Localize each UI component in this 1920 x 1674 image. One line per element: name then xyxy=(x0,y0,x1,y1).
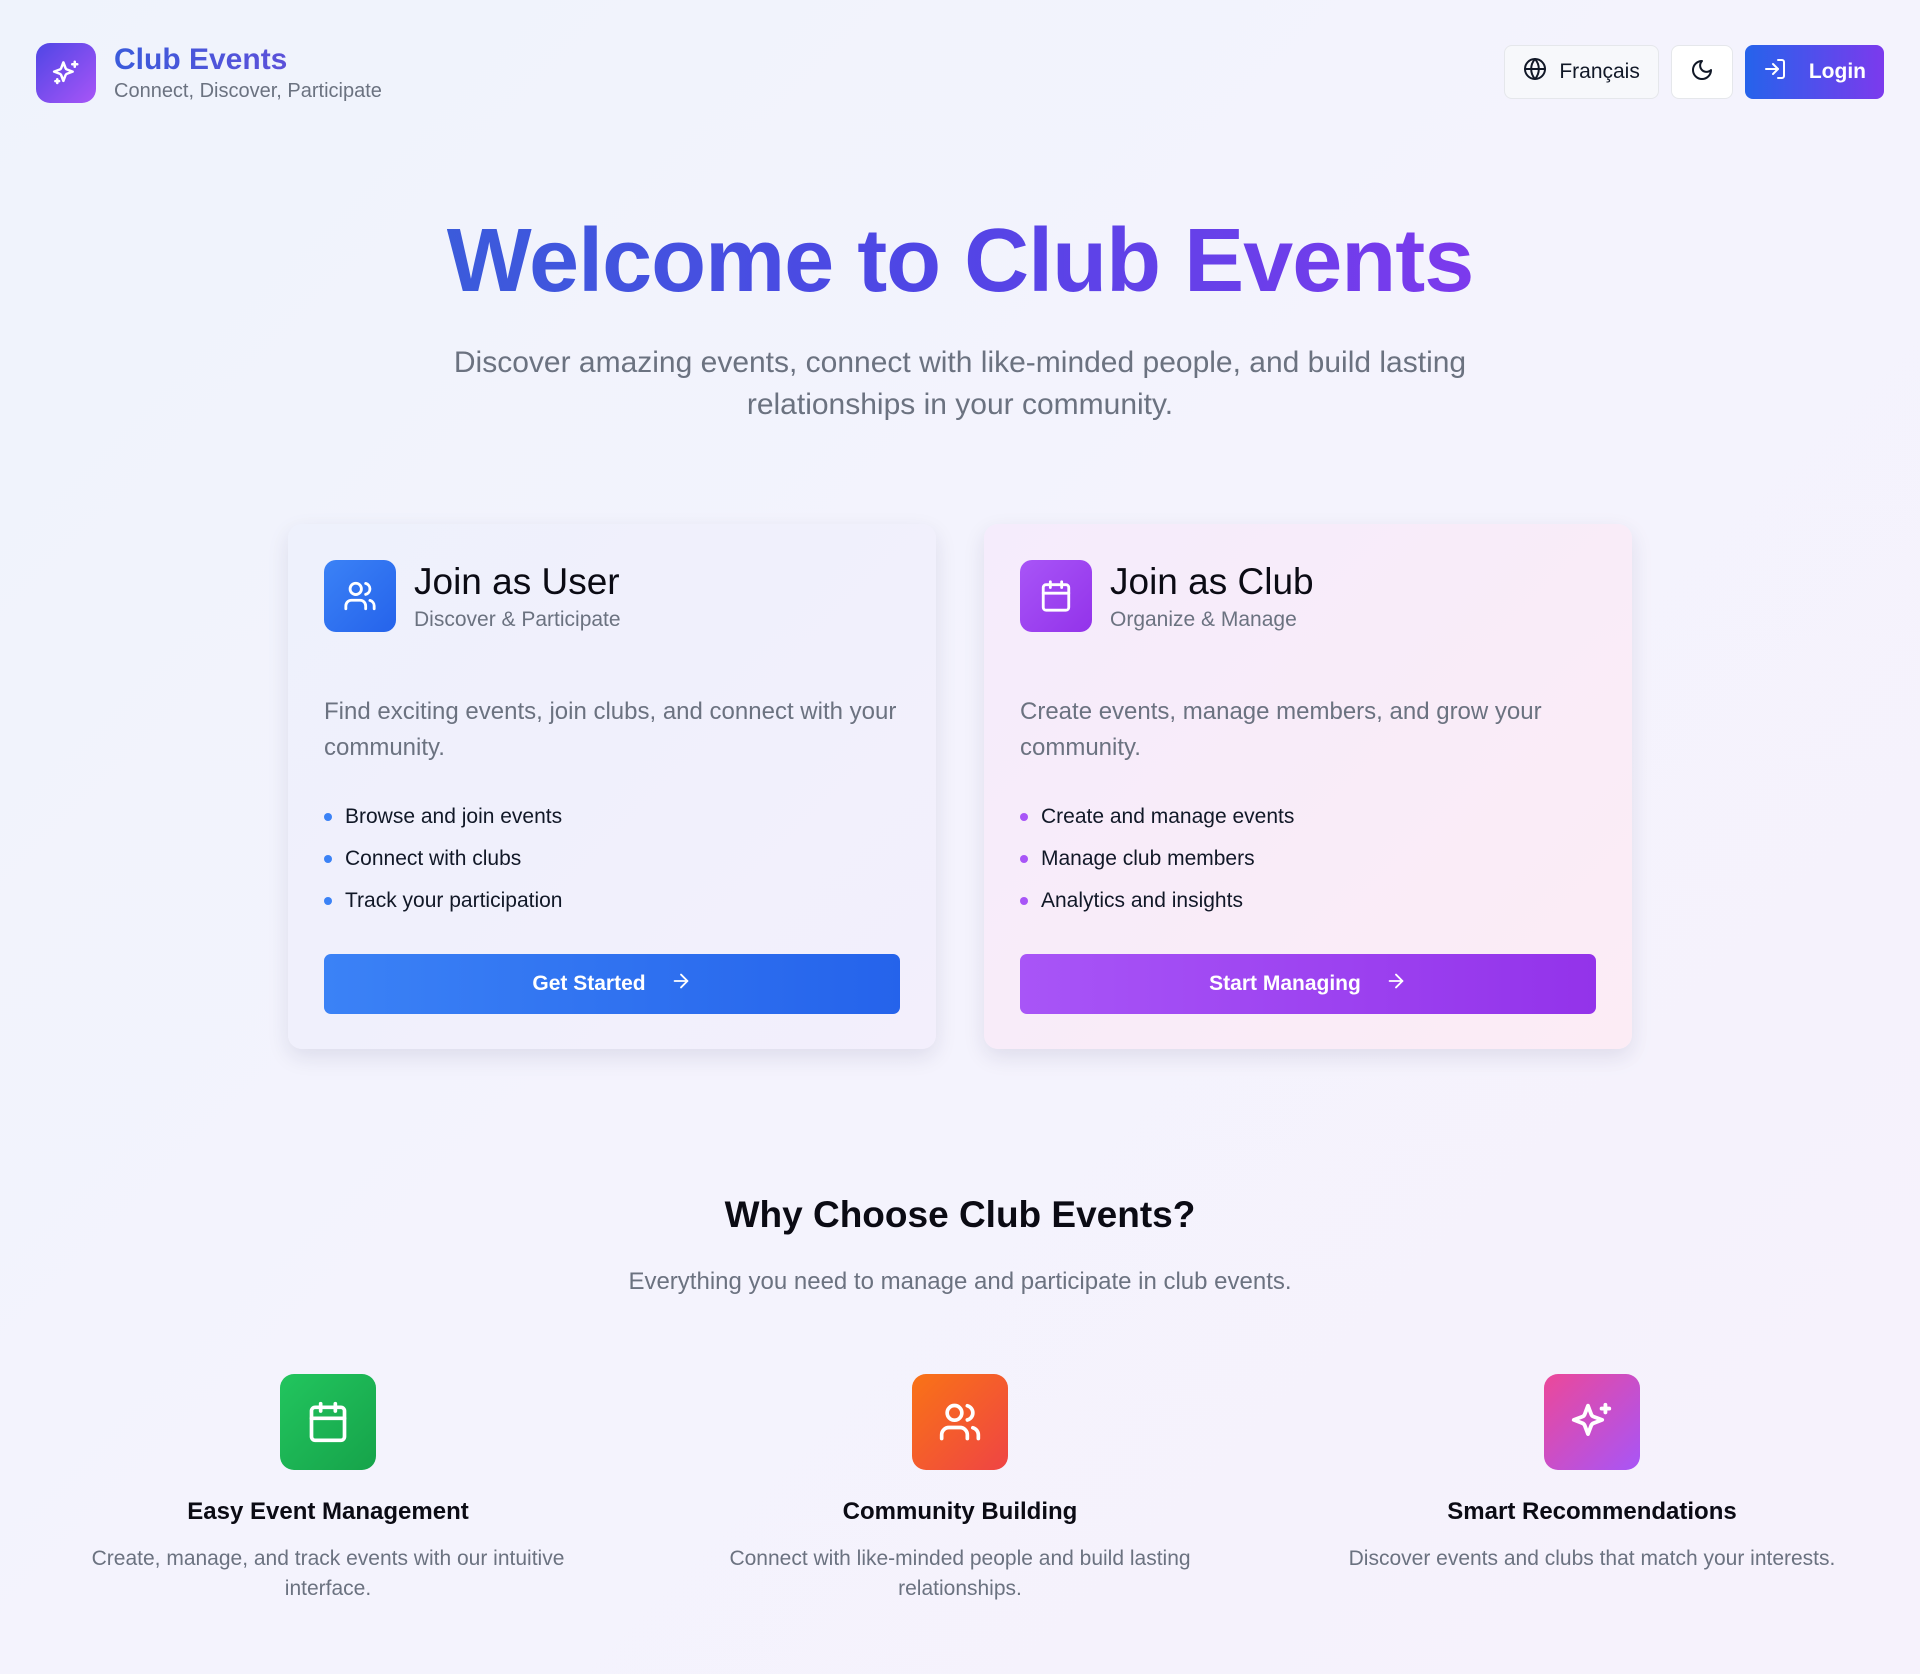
globe-icon xyxy=(1523,57,1547,87)
calendar-icon xyxy=(280,1374,376,1470)
bullet-dot xyxy=(324,855,332,863)
sparkles-icon xyxy=(36,42,96,103)
list-item: Manage club members xyxy=(1020,838,1596,880)
users-icon xyxy=(912,1374,1008,1470)
log-in-icon xyxy=(1763,57,1787,87)
brand[interactable]: Club Events Connect, Discover, Participa… xyxy=(36,42,382,103)
feature-description: Create, manage, and track events with ou… xyxy=(91,1547,565,1600)
list-item: Create and manage events xyxy=(1020,796,1596,838)
calendar-icon xyxy=(1020,560,1092,632)
card-title: Join as Club xyxy=(1110,561,1314,602)
list-item: Browse and join events xyxy=(324,796,900,838)
bullet-dot xyxy=(1020,897,1028,905)
hero-subtitle: Discover amazing events, connect with li… xyxy=(453,346,1467,421)
brand-title: Club Events xyxy=(114,42,382,78)
list-item: Track your participation xyxy=(324,880,900,922)
arrow-right-icon xyxy=(670,970,692,998)
language-label: Français xyxy=(1559,60,1640,83)
list-item: Connect with clubs xyxy=(324,838,900,880)
feature-list: Browse and join events Connect with club… xyxy=(324,796,900,922)
list-item: Analytics and insights xyxy=(1020,880,1596,922)
section-title: Why Choose Club Events? xyxy=(724,1194,1196,1235)
feature-description: Discover events and clubs that match you… xyxy=(1348,1547,1836,1570)
login-button[interactable]: Login xyxy=(1744,45,1884,99)
bullet-dot xyxy=(324,813,332,821)
button-label: Get Started xyxy=(532,972,646,995)
header: Club Events Connect, Discover, Participa… xyxy=(36,38,1884,118)
feature-easy-event-management: Easy Event Management Create, manage, an… xyxy=(58,1374,598,1604)
start-managing-button[interactable]: Start Managing xyxy=(1020,954,1596,1014)
card-description: Create events, manage members, and grow … xyxy=(1020,698,1542,761)
join-as-user-card: Join as User Discover & Participate Find… xyxy=(288,524,936,1049)
feature-title: Easy Event Management xyxy=(187,1498,469,1525)
feature-title: Community Building xyxy=(842,1498,1078,1525)
join-as-club-card: Join as Club Organize & Manage Create ev… xyxy=(984,524,1632,1049)
arrow-right-icon xyxy=(1385,970,1407,998)
section-subtitle: Everything you need to manage and partic… xyxy=(628,1268,1292,1295)
users-icon xyxy=(324,560,396,632)
feature-description: Connect with like-minded people and buil… xyxy=(729,1547,1191,1600)
moon-icon xyxy=(1690,58,1714,87)
language-button[interactable]: Français xyxy=(1504,45,1659,99)
feature-title: Smart Recommendations xyxy=(1447,1498,1737,1525)
sparkles-icon xyxy=(1544,1374,1640,1470)
login-label: Login xyxy=(1808,60,1866,83)
bullet-dot xyxy=(324,897,332,905)
card-subtitle: Organize & Manage xyxy=(1110,608,1297,631)
get-started-button[interactable]: Get Started xyxy=(324,954,900,1014)
card-title: Join as User xyxy=(414,561,620,602)
hero-title: Welcome to Club Events xyxy=(446,211,1475,311)
bullet-dot xyxy=(1020,855,1028,863)
button-label: Start Managing xyxy=(1209,972,1361,995)
brand-subtitle: Connect, Discover, Participate xyxy=(114,80,382,102)
theme-toggle-button[interactable] xyxy=(1670,45,1733,99)
bullet-dot xyxy=(1020,813,1028,821)
feature-smart-recommendations: Smart Recommendations Discover events an… xyxy=(1322,1374,1862,1574)
card-description: Find exciting events, join clubs, and co… xyxy=(324,698,897,761)
feature-community-building: Community Building Connect with like-min… xyxy=(690,1374,1230,1604)
feature-list: Create and manage events Manage club mem… xyxy=(1020,796,1596,922)
card-subtitle: Discover & Participate xyxy=(414,608,621,631)
